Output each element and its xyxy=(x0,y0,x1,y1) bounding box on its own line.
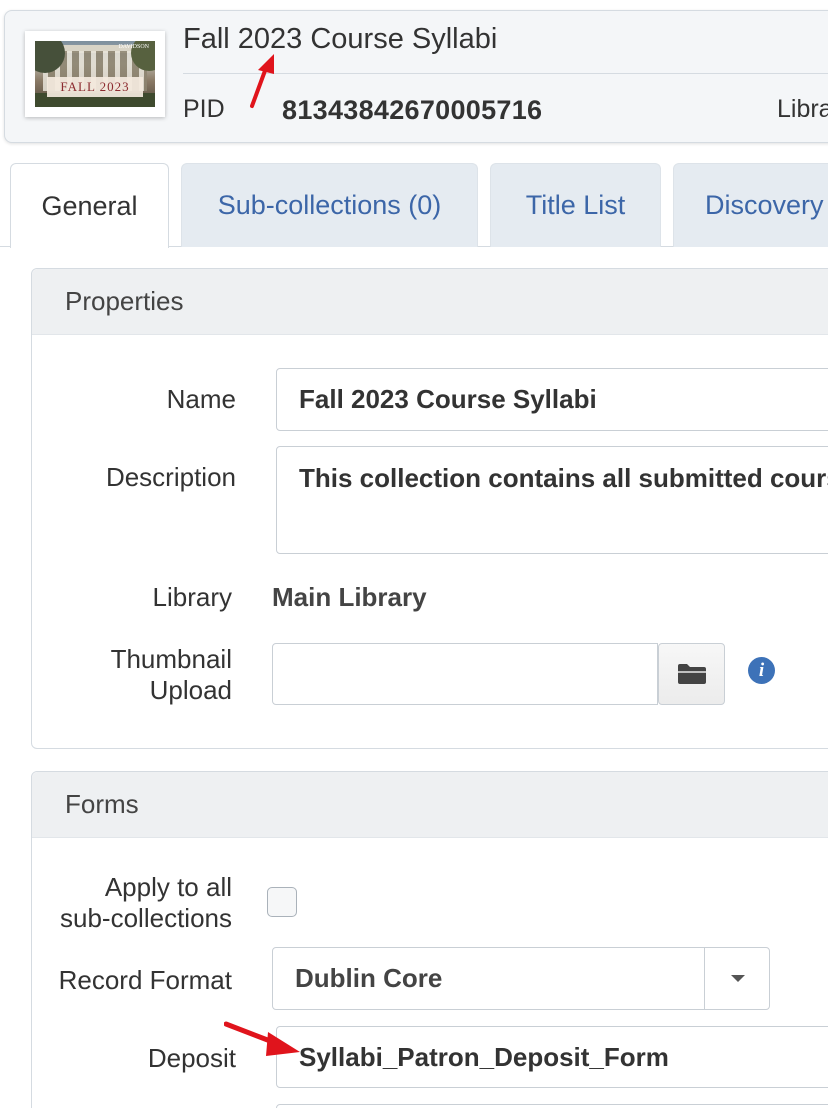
thumbnail-image: DAVIDSON FALL 2023 xyxy=(35,41,155,107)
thumbnail-upload-label-line2: Upload xyxy=(149,675,232,705)
folder-icon xyxy=(677,664,706,684)
apply-sub-collections-checkbox[interactable] xyxy=(267,887,297,917)
annotation-arrow-icon xyxy=(250,54,274,108)
properties-heading: Properties xyxy=(32,269,828,335)
pid-label: PID xyxy=(183,95,225,123)
header-library-label: Library xyxy=(777,95,828,123)
forms-heading: Forms xyxy=(32,772,828,838)
apply-label-line2: sub-collections xyxy=(60,903,232,933)
page-title: Fall 2023 Course Syllabi xyxy=(183,23,498,55)
next-field-partial[interactable] xyxy=(276,1104,828,1108)
deposit-label: Deposit xyxy=(147,1043,236,1073)
record-format-value: Dublin Core xyxy=(295,963,443,993)
tab-title-list[interactable]: Title List xyxy=(490,163,661,247)
record-format-dropdown-toggle[interactable] xyxy=(704,948,770,1009)
collection-thumbnail[interactable]: DAVIDSON FALL 2023 xyxy=(25,31,165,117)
thumbnail-upload-label: Thumbnail Upload xyxy=(40,644,232,706)
info-icon[interactable]: i xyxy=(748,657,775,684)
apply-label-line1: Apply to all xyxy=(104,872,232,902)
thumbnail-banner: FALL 2023 xyxy=(47,77,143,97)
description-textarea[interactable]: This collection contains all submitted c… xyxy=(276,446,828,554)
tab-discovery[interactable]: Discovery xyxy=(673,163,828,247)
thumbnail-upload-label-line1: Thumbnail xyxy=(110,644,232,674)
annotation-arrow-icon xyxy=(224,1021,300,1056)
library-value: Main Library xyxy=(272,582,427,612)
name-input[interactable]: Fall 2023 Course Syllabi xyxy=(276,368,828,431)
library-label: Library xyxy=(152,582,232,612)
chevron-down-icon xyxy=(730,975,745,982)
record-format-select[interactable]: Dublin Core xyxy=(272,947,770,1010)
thumbnail-tag: DAVIDSON xyxy=(118,44,149,50)
collection-header: DAVIDSON FALL 2023 Fall 2023 Course Syll… xyxy=(4,10,828,143)
name-label: Name xyxy=(166,384,236,414)
record-format-label: Record Format xyxy=(58,965,232,995)
browse-folder-button[interactable] xyxy=(658,643,725,705)
pid-value: 81343842670005716 xyxy=(282,95,543,125)
tab-general[interactable]: General xyxy=(10,163,169,248)
deposit-input[interactable]: Syllabi_Patron_Deposit_Form xyxy=(276,1026,828,1088)
thumbnail-upload-input[interactable] xyxy=(272,643,658,705)
tab-sub-collections[interactable]: Sub-collections (0) xyxy=(181,163,478,247)
apply-sub-collections-label: Apply to all sub-collections xyxy=(30,872,232,934)
description-label: Description xyxy=(105,462,236,492)
